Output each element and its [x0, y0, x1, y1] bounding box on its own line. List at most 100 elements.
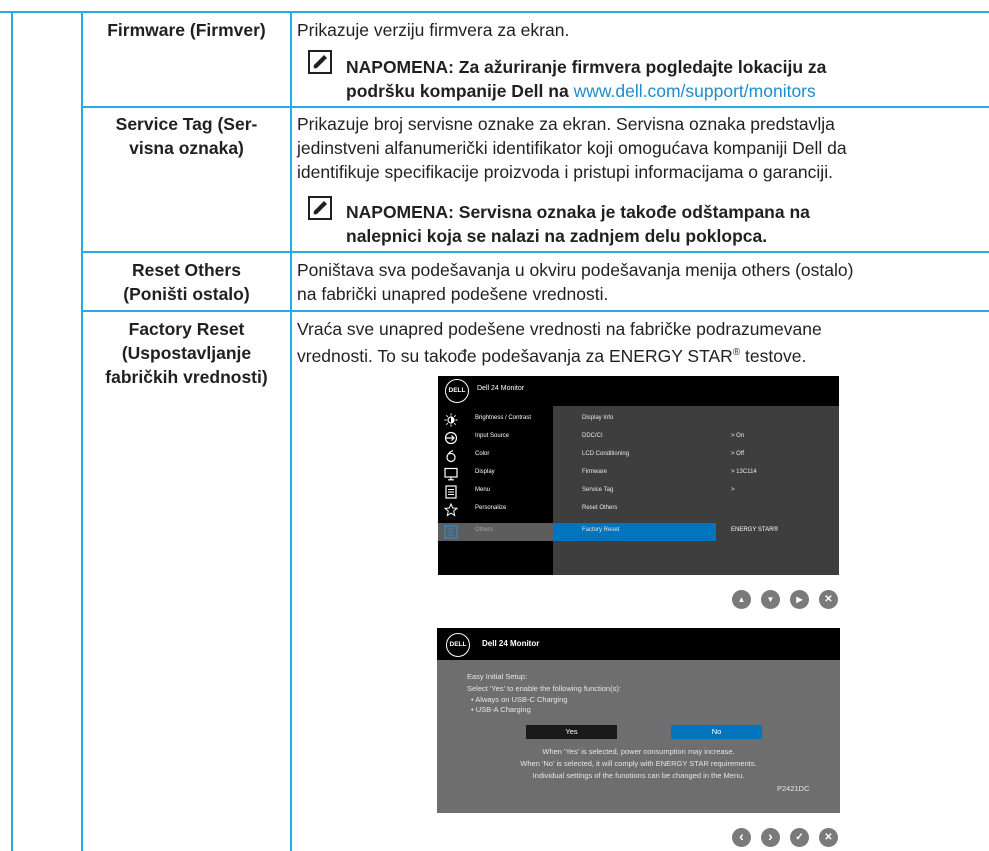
osd-menu-label: Menu [475, 487, 491, 493]
osd-setting-reset-others[interactable]: Reset Others [553, 501, 839, 519]
osd-setting-service-tag[interactable]: Service Tag > [553, 483, 839, 501]
osd-setting-value: > On [731, 433, 745, 439]
service-tag-description-line3: identifikuje specifikacije proizvoda i p… [297, 162, 833, 182]
reset-others-label: Reset Others (Poništi ostalo) [83, 258, 290, 306]
factory-reset-label-line2: (Uspostavljanje [121, 343, 252, 363]
osd-setting-label: Factory Reset [582, 527, 620, 533]
nav-right-button[interactable]: ▶ [790, 590, 809, 609]
nav-close-button[interactable]: ✕ [819, 828, 838, 847]
dialog-heading: Easy Initial Setup: [467, 672, 528, 681]
osd-setting-label: Firmware [582, 469, 607, 475]
osd-menu-label: Brightness / Contrast [475, 415, 532, 421]
dell-logo: DELL [445, 379, 469, 403]
easy-setup-dialog-screenshot: DELL Dell 24 Monitor Easy Initial Setup:… [437, 628, 840, 813]
energy-star-option: ENERGY STAR® [731, 527, 778, 533]
dell-logo: DELL [446, 633, 470, 657]
osd-setting-value: > 13C114 [731, 469, 757, 475]
firmware-note-line2-text: podršku kompanije Dell na [346, 81, 569, 101]
factory-reset-label: Factory Reset (Uspostavljanje fabričkih … [83, 317, 290, 389]
factory-reset-label-line1: Factory Reset [128, 319, 245, 339]
osd-setting-ddc-ci[interactable]: DDC/CI > On [553, 429, 839, 447]
column-rule-1 [11, 11, 13, 851]
dialog-instruction: Select 'Yes' to enable the following fun… [467, 684, 621, 693]
osd-header: DELL Dell 24 Monitor [438, 376, 839, 406]
display-icon [444, 467, 458, 481]
service-tag-note: NAPOMENA: Servisna oznaka je takođe odšt… [346, 200, 810, 248]
osd-setting-display-info[interactable]: Display Info [553, 411, 839, 429]
service-tag-note-line1: NAPOMENA: Servisna oznaka je takođe odšt… [346, 202, 810, 222]
row-rule-2 [81, 251, 989, 253]
dialog-model-number: P2421DC [777, 784, 810, 793]
service-tag-label: Service Tag (Ser- visna oznaka) [83, 112, 290, 160]
osd-setting-value: > [731, 487, 735, 493]
menu-icon [445, 485, 457, 499]
osd-menu-label: Color [475, 451, 490, 457]
nav-close-button[interactable]: ✕ [819, 590, 838, 609]
reset-others-description-line1: Poništava sva podešavanja u okviru podeš… [297, 260, 854, 280]
row-rule-1 [81, 106, 989, 108]
service-tag-note-line2: nalepnici koja se nalazi na zadnjem delu… [346, 226, 768, 246]
service-tag-description: Prikazuje broj servisne oznake za ekran.… [297, 112, 847, 184]
osd-menu-others[interactable]: Others [438, 523, 553, 541]
service-tag-label-line1: Service Tag (Ser- [115, 114, 258, 134]
nav-left-button[interactable]: ‹ [732, 828, 751, 847]
dialog-info-no: When 'No' is selected, it will comply wi… [520, 759, 757, 768]
note-pencil-icon [308, 196, 332, 220]
service-tag-label-line2: visna oznaka) [129, 138, 244, 158]
osd-setting-lcd-conditioning[interactable]: LCD Conditioning > Off [553, 447, 839, 465]
osd-setting-label: Service Tag [582, 487, 614, 493]
no-button[interactable]: No [671, 725, 762, 739]
color-icon [446, 449, 456, 463]
osd-menu-menu[interactable]: Menu [438, 483, 553, 501]
note-pencil-icon [308, 50, 332, 74]
reset-others-description: Poništava sva podešavanja u okviru podeš… [297, 258, 853, 306]
factory-reset-description-line2: vrednosti. To su takođe podešavanja za E… [297, 341, 822, 368]
osd-title: Dell 24 Monitor [477, 385, 525, 392]
dell-support-link[interactable]: www.dell.com/support/monitors [574, 81, 816, 101]
osd-setting-label: LCD Conditioning [582, 451, 630, 457]
service-tag-description-line2: jedinstveni alfanumerički identifikator … [297, 138, 847, 158]
osd-menu-input-source[interactable]: Input Source [438, 429, 553, 447]
factory-reset-description-line2b: testove. [740, 345, 807, 366]
osd-menu-label: Personalize [475, 505, 507, 511]
nav-down-button[interactable]: ▼ [761, 590, 780, 609]
osd-factory-reset-option[interactable]: ENERGY STAR® [716, 523, 839, 541]
reset-others-label-line1: Reset Others [132, 260, 241, 280]
input-source-icon [444, 431, 458, 445]
osd-menu-screenshot: DELL Dell 24 Monitor Brightness / Contra… [438, 376, 839, 575]
osd-setting-firmware[interactable]: Firmware > 13C114 [553, 465, 839, 483]
osd-menu-label: Input Source [475, 433, 510, 439]
firmware-description: Prikazuje verziju firmvera za ekran. [297, 20, 570, 40]
osd-menu-label: Others [475, 527, 494, 533]
osd-menu-color[interactable]: Color [438, 447, 553, 465]
osd-menu-personalize[interactable]: Personalize [438, 501, 553, 519]
others-icon [444, 525, 458, 539]
dialog-bullet-usb-c: • Always on USB-C Charging [471, 695, 568, 704]
firmware-note-line1: NAPOMENA: Za ažuriranje firmvera pogleda… [346, 57, 827, 77]
osd-sidebar-bottom [438, 541, 553, 575]
service-tag-description-line1: Prikazuje broj servisne oznake za ekran.… [297, 114, 835, 134]
personalize-icon [444, 503, 458, 517]
table-top-rule [0, 11, 989, 13]
dialog-bullet-usb-a: • USB-A Charging [471, 705, 531, 714]
firmware-note-line2: podršku kompanije Dell na www.dell.com/s… [346, 79, 826, 103]
dialog-header: DELL Dell 24 Monitor [437, 628, 840, 660]
firmware-note: NAPOMENA: Za ažuriranje firmvera pogleda… [346, 55, 826, 103]
yes-button[interactable]: Yes [526, 725, 617, 739]
dialog-info-individual: Individual settings of the funotions can… [532, 771, 745, 780]
nav-up-button[interactable]: ▲ [732, 590, 751, 609]
brightness-icon [444, 413, 458, 427]
osd-menu-display[interactable]: Display [438, 465, 553, 483]
osd-setting-label: DDC/CI [582, 433, 603, 439]
osd-menu-brightness[interactable]: Brightness / Contrast [438, 411, 553, 429]
osd-setting-value: > Off [731, 451, 745, 457]
factory-reset-description: Vraća sve unapred podešene vrednosti na … [297, 317, 822, 368]
factory-reset-description-line2a: vrednosti. To su takođe podešavanja za E… [297, 345, 733, 366]
osd-setting-label: Display Info [582, 415, 614, 421]
osd-setting-factory-reset[interactable]: Factory Reset [553, 523, 716, 541]
nav-right-button[interactable]: › [761, 828, 780, 847]
nav-confirm-button[interactable]: ✓ [790, 828, 809, 847]
column-rule-3 [290, 11, 292, 851]
reset-others-label-line2: (Poništi ostalo) [123, 284, 250, 304]
osd-menu-label: Display [475, 469, 495, 475]
